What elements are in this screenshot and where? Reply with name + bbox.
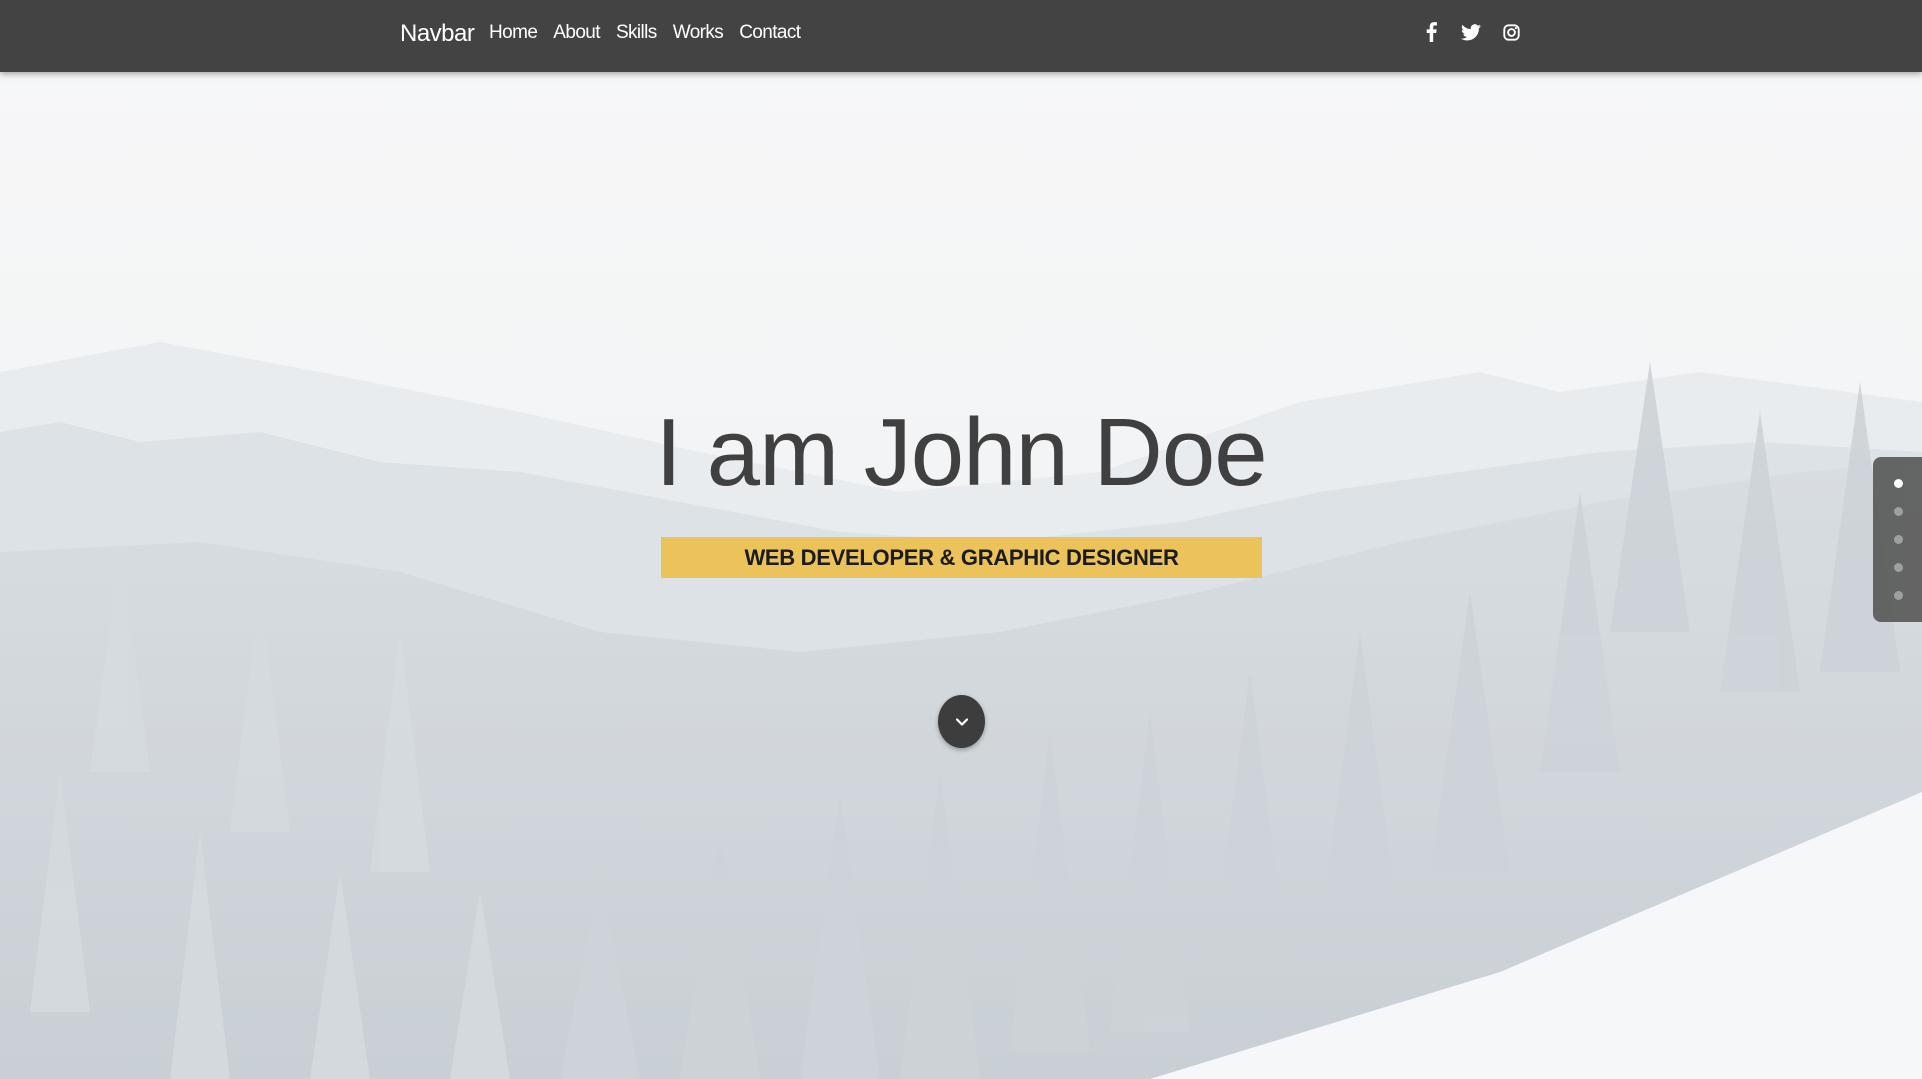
- nav-link-works[interactable]: Works: [673, 22, 724, 44]
- instagram-icon[interactable]: [1501, 21, 1521, 43]
- hero-title: I am John Doe: [655, 399, 1267, 506]
- section-dot-4[interactable]: [1894, 563, 1903, 572]
- facebook-icon[interactable]: [1421, 21, 1441, 43]
- twitter-icon[interactable]: [1461, 21, 1481, 43]
- section-dot-3[interactable]: [1894, 535, 1903, 544]
- nav-link-skills[interactable]: Skills: [616, 22, 657, 44]
- section-dot-5[interactable]: [1894, 591, 1903, 600]
- hero-section: I am John Doe WEB DEVELOPER & GRAPHIC DE…: [0, 72, 1922, 1079]
- section-dot-2[interactable]: [1894, 507, 1903, 516]
- navbar: Navbar Home About Skills Works Contact: [0, 0, 1922, 72]
- section-nav-dots: [1873, 457, 1922, 622]
- navbar-brand[interactable]: Navbar: [400, 20, 475, 48]
- chevron-down-icon: [955, 717, 968, 726]
- section-dot-1[interactable]: [1894, 479, 1903, 488]
- hero-subtitle: WEB DEVELOPER & GRAPHIC DESIGNER: [661, 537, 1262, 578]
- nav-link-home[interactable]: Home: [489, 22, 538, 44]
- scroll-down-button[interactable]: [938, 695, 985, 748]
- nav-link-about[interactable]: About: [553, 22, 600, 44]
- nav-links: Home About Skills Works Contact: [489, 22, 801, 44]
- social-links: [1421, 21, 1521, 43]
- nav-link-contact[interactable]: Contact: [739, 22, 801, 44]
